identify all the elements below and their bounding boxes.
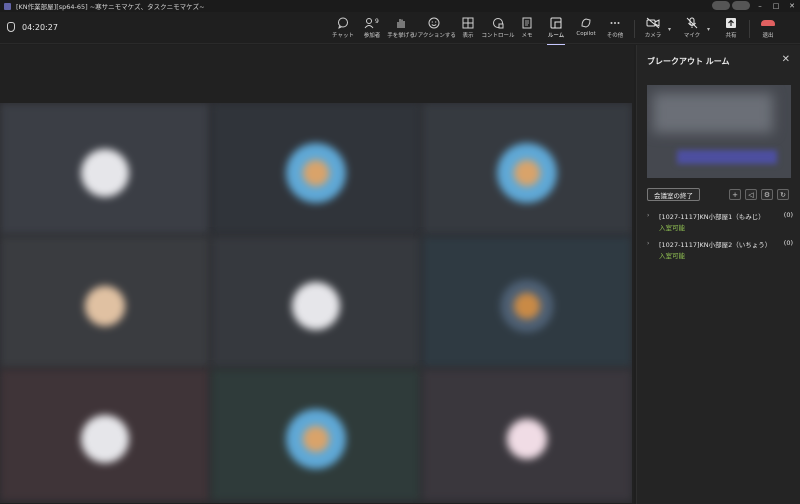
participants-button[interactable]: 9 参加者 — [357, 16, 387, 42]
participant-avatar — [75, 408, 135, 469]
control-button[interactable]: コントロール — [481, 16, 515, 42]
add-icon[interactable]: + — [729, 189, 741, 200]
room-preview-image — [647, 85, 791, 178]
refresh-icon[interactable]: ↻ — [777, 189, 789, 200]
participants-label: 参加者 — [363, 33, 381, 39]
video-stage — [0, 45, 634, 504]
mic-off-icon — [686, 16, 698, 29]
teams-app-icon — [4, 2, 11, 10]
expand-chevron-icon[interactable]: › — [647, 212, 649, 219]
raise-hand-icon — [395, 16, 407, 29]
room-status: 入室可能 — [659, 224, 685, 232]
close-panel-icon[interactable]: ✕ — [782, 54, 790, 65]
participant-avatar — [497, 408, 557, 469]
share-button[interactable]: 共有 — [716, 16, 746, 42]
more-label: その他 — [606, 33, 624, 39]
more-icon — [609, 16, 621, 29]
shield-icon — [7, 22, 15, 32]
view-label: 表示 — [462, 33, 474, 39]
leave-label: 退出 — [762, 33, 774, 39]
participant-avatar — [497, 142, 557, 203]
participant-avatar — [497, 275, 557, 336]
people-icon: 9 — [364, 16, 380, 29]
title-bar: [KN作業部屋][sp64-65] ~寒サニモマケズ、タスクニモマケズ~ – □… — [0, 0, 800, 12]
participant-avatar — [75, 275, 135, 336]
window-controls: – □ ✕ — [752, 0, 800, 12]
video-tile[interactable] — [422, 103, 632, 235]
camera-options-chevron-icon[interactable]: ▾ — [668, 26, 671, 33]
raise-hand-label: 手を挙げる — [387, 33, 415, 39]
window-title: [KN作業部屋][sp64-65] ~寒サニモマケズ、タスクニモマケズ~ — [16, 3, 205, 11]
reaction-label: リアクションする — [412, 33, 456, 39]
chat-icon — [337, 16, 349, 29]
video-tile[interactable] — [0, 103, 210, 235]
notes-button[interactable]: メモ — [512, 16, 542, 42]
avatar — [712, 1, 730, 10]
chat-label: チャット — [332, 33, 354, 39]
notes-label: メモ — [521, 33, 533, 39]
leave-button[interactable]: 退出 — [753, 16, 783, 42]
camera-icon — [646, 16, 660, 29]
copilot-button[interactable]: Copilot — [571, 16, 601, 42]
video-tile[interactable] — [211, 236, 421, 368]
mic-options-chevron-icon[interactable]: ▾ — [707, 26, 710, 33]
video-tile[interactable] — [0, 236, 210, 368]
end-rooms-button[interactable]: 会議室の終了 — [647, 188, 700, 201]
participant-avatar — [286, 142, 346, 203]
close-window-button[interactable]: ✕ — [784, 0, 800, 12]
rooms-label: ルーム — [547, 33, 565, 39]
breakout-rooms-panel: ブレークアウト ルーム ✕ 会議室の終了 + ◁ ⚙ ↻ › [1027-111… — [636, 45, 800, 504]
share-label: 共有 — [725, 33, 737, 39]
title-avatars — [712, 1, 750, 10]
notes-icon — [521, 16, 533, 29]
share-icon — [725, 16, 737, 29]
settings-icon[interactable]: ⚙ — [761, 189, 773, 200]
announce-icon[interactable]: ◁ — [745, 189, 757, 200]
room-count: (0) — [783, 239, 793, 247]
control-icon — [492, 16, 504, 29]
participant-count: 9 — [375, 18, 379, 25]
control-label: コントロール — [481, 33, 515, 39]
view-icon — [462, 16, 474, 29]
mic-label: マイク — [683, 33, 701, 39]
chat-button[interactable]: チャット — [328, 16, 358, 42]
expand-chevron-icon[interactable]: › — [647, 240, 649, 247]
room-status: 入室可能 — [659, 252, 685, 260]
meeting-timer: 04:20:27 — [22, 23, 58, 32]
rooms-icon — [550, 16, 562, 29]
video-tile[interactable] — [422, 236, 632, 368]
reaction-icon — [428, 16, 440, 29]
copilot-icon — [580, 16, 592, 29]
participant-avatar — [75, 142, 135, 203]
room-count: (0) — [783, 211, 793, 219]
leave-icon — [761, 16, 775, 29]
minimize-button[interactable]: – — [752, 0, 768, 12]
rooms-button[interactable]: ルーム — [541, 16, 571, 45]
toolbar-divider — [749, 20, 750, 38]
maximize-button[interactable]: □ — [768, 0, 784, 12]
camera-button[interactable]: カメラ — [638, 16, 668, 42]
participant-avatar — [286, 275, 346, 336]
video-tile[interactable] — [211, 103, 421, 235]
room-name: [1027-1117]KN小部屋1（もみじ） — [659, 213, 765, 221]
meeting-toolbar: 04:20:27 チャット 9 参加者 手を挙げる リアクションする 表示 コン… — [0, 12, 800, 45]
avatar — [732, 1, 750, 10]
reaction-button[interactable]: リアクションする — [412, 16, 456, 42]
more-button[interactable]: その他 — [600, 16, 630, 42]
video-grid — [0, 103, 632, 503]
camera-label: カメラ — [644, 33, 662, 39]
mic-button[interactable]: マイク — [677, 16, 707, 42]
view-button[interactable]: 表示 — [453, 16, 483, 42]
panel-title: ブレークアウト ルーム — [647, 57, 730, 66]
video-tile[interactable] — [211, 369, 421, 501]
room-name: [1027-1117]KN小部屋2（いちょう） — [659, 241, 772, 249]
toolbar-divider — [634, 20, 635, 38]
video-tile[interactable] — [422, 369, 632, 501]
video-tile[interactable] — [0, 369, 210, 501]
participant-avatar — [286, 408, 346, 469]
copilot-label: Copilot — [576, 31, 596, 37]
